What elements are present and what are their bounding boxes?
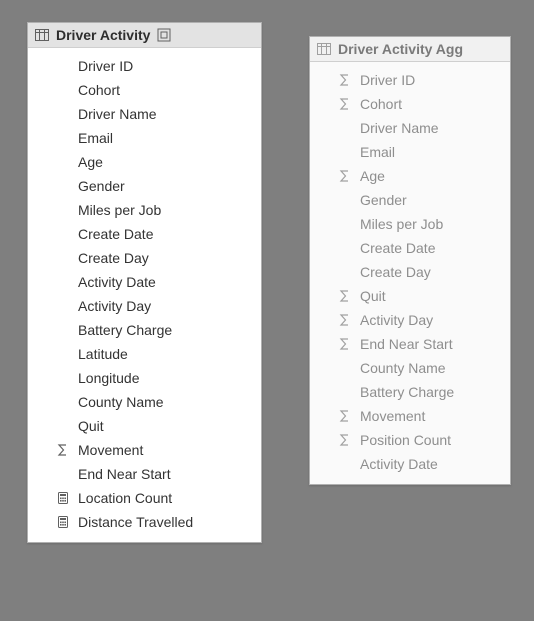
- field-row[interactable]: Miles per Job: [310, 212, 510, 236]
- field-row[interactable]: Activity Date: [28, 270, 261, 294]
- field-label: Gender: [354, 192, 407, 208]
- field-row[interactable]: End Near Start: [28, 462, 261, 486]
- table-icon: [316, 41, 332, 57]
- field-label: Location Count: [72, 490, 172, 506]
- field-row[interactable]: County Name: [28, 390, 261, 414]
- field-row[interactable]: Driver ID: [310, 68, 510, 92]
- field-row[interactable]: Create Day: [310, 260, 510, 284]
- calculator-icon: [54, 516, 72, 528]
- field-label: End Near Start: [354, 336, 453, 352]
- field-label: Activity Day: [354, 312, 433, 328]
- table-panel-driver-activity[interactable]: Driver Activity Driver ID Cohort Driver Na…: [27, 22, 262, 543]
- field-row[interactable]: Driver Name: [310, 116, 510, 140]
- field-label: Position Count: [354, 432, 451, 448]
- field-row[interactable]: Distance Travelled: [28, 510, 261, 534]
- field-row[interactable]: Movement: [28, 438, 261, 462]
- field-label: Email: [354, 144, 395, 160]
- panel-body: Driver ID Cohort Driver Name Email Age Gender…: [28, 48, 261, 542]
- field-row[interactable]: Activity Day: [310, 308, 510, 332]
- panel-body: Driver ID Cohort Driver Name Email Age Gender…: [310, 62, 510, 484]
- field-row[interactable]: Cohort: [28, 78, 261, 102]
- field-label: County Name: [72, 394, 164, 410]
- sigma-icon: [336, 410, 354, 422]
- field-row[interactable]: Location Count: [28, 486, 261, 510]
- field-label: Age: [354, 168, 385, 184]
- calculator-icon: [54, 492, 72, 504]
- field-row[interactable]: Age: [310, 164, 510, 188]
- field-row[interactable]: County Name: [310, 356, 510, 380]
- field-label: Miles per Job: [72, 202, 161, 218]
- field-row[interactable]: Age: [28, 150, 261, 174]
- panel-title: Driver Activity Agg: [338, 41, 463, 57]
- field-label: End Near Start: [72, 466, 171, 482]
- panel-header[interactable]: Driver Activity: [28, 23, 261, 48]
- field-label: Create Day: [72, 250, 149, 266]
- field-row[interactable]: Driver ID: [28, 54, 261, 78]
- field-row[interactable]: Latitude: [28, 342, 261, 366]
- field-label: Longitude: [72, 370, 140, 386]
- field-row[interactable]: Battery Charge: [28, 318, 261, 342]
- field-row[interactable]: Email: [310, 140, 510, 164]
- sigma-icon: [54, 444, 72, 456]
- field-row[interactable]: Activity Day: [28, 294, 261, 318]
- field-label: Battery Charge: [72, 322, 172, 338]
- sigma-icon: [336, 434, 354, 446]
- sigma-icon: [336, 98, 354, 110]
- field-label: Quit: [72, 418, 104, 434]
- field-row[interactable]: Longitude: [28, 366, 261, 390]
- field-label: Cohort: [72, 82, 120, 98]
- sigma-icon: [336, 314, 354, 326]
- field-row[interactable]: Movement: [310, 404, 510, 428]
- field-label: Miles per Job: [354, 216, 443, 232]
- table-icon: [34, 27, 50, 43]
- field-label: Quit: [354, 288, 386, 304]
- field-row[interactable]: Email: [28, 126, 261, 150]
- field-row[interactable]: Battery Charge: [310, 380, 510, 404]
- panel-header[interactable]: Driver Activity Agg: [310, 37, 510, 62]
- sigma-icon: [336, 338, 354, 350]
- field-label: Email: [72, 130, 113, 146]
- sigma-icon: [336, 74, 354, 86]
- field-label: Create Date: [354, 240, 435, 256]
- field-row[interactable]: Gender: [310, 188, 510, 212]
- sigma-icon: [336, 290, 354, 302]
- field-label: Activity Day: [72, 298, 151, 314]
- field-label: Activity Date: [354, 456, 438, 472]
- table-panel-driver-activity-agg[interactable]: Driver Activity Agg Driver IDCohortDrive…: [309, 36, 511, 485]
- field-label: County Name: [354, 360, 446, 376]
- field-label: Movement: [354, 408, 425, 424]
- field-row[interactable]: Position Count: [310, 428, 510, 452]
- field-row[interactable]: Miles per Job: [28, 198, 261, 222]
- field-row[interactable]: Create Date: [310, 236, 510, 260]
- field-row[interactable]: Activity Date: [310, 452, 510, 476]
- field-label: Distance Travelled: [72, 514, 193, 530]
- field-label: Battery Charge: [354, 384, 454, 400]
- field-label: Create Date: [72, 226, 153, 242]
- field-label: Driver ID: [354, 72, 415, 88]
- field-row[interactable]: Gender: [28, 174, 261, 198]
- field-label: Gender: [72, 178, 125, 194]
- field-row[interactable]: Quit: [28, 414, 261, 438]
- storage-mode-icon: [156, 27, 172, 43]
- field-label: Cohort: [354, 96, 402, 112]
- field-label: Age: [72, 154, 103, 170]
- field-row[interactable]: Quit: [310, 284, 510, 308]
- field-label: Activity Date: [72, 274, 156, 290]
- field-label: Create Day: [354, 264, 431, 280]
- field-row[interactable]: Cohort: [310, 92, 510, 116]
- model-canvas[interactable]: Driver Activity Driver ID Cohort Driver Na…: [0, 0, 534, 621]
- sigma-icon: [336, 170, 354, 182]
- field-label: Driver Name: [72, 106, 157, 122]
- panel-title: Driver Activity: [56, 27, 150, 43]
- field-label: Driver ID: [72, 58, 133, 74]
- field-row[interactable]: End Near Start: [310, 332, 510, 356]
- field-label: Movement: [72, 442, 143, 458]
- field-row[interactable]: Driver Name: [28, 102, 261, 126]
- field-label: Driver Name: [354, 120, 439, 136]
- field-row[interactable]: Create Day: [28, 246, 261, 270]
- field-label: Latitude: [72, 346, 128, 362]
- field-row[interactable]: Create Date: [28, 222, 261, 246]
